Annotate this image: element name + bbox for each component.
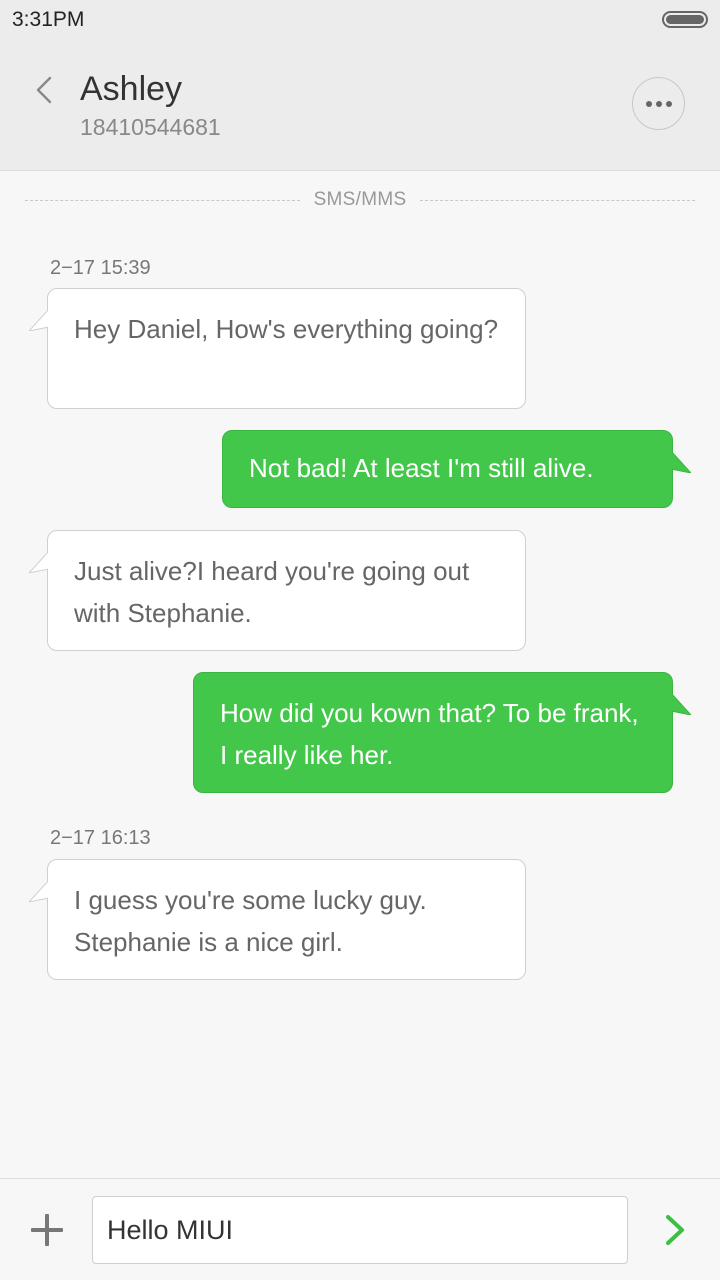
message-text: Hey Daniel, How's everything going? [74, 314, 499, 344]
send-button[interactable] [660, 1213, 690, 1247]
incoming-message-bubble[interactable]: I guess you're some lucky guy. Stephanie… [29, 859, 526, 980]
outgoing-message-bubble[interactable]: How did you kown that? To be frank, I re… [193, 672, 691, 793]
incoming-message-bubble[interactable]: Hey Daniel, How's everything going? [29, 288, 526, 409]
contact-name: Ashley [80, 70, 183, 108]
outgoing-message-bubble[interactable]: Not bad! At least I'm still alive. [222, 430, 691, 508]
thread-type-divider: SMS/MMS [25, 186, 696, 214]
conversation-header: Ashley 18410544681 [0, 40, 720, 171]
battery-icon [662, 11, 708, 28]
bubble-tail [29, 551, 49, 573]
thread-type-label: SMS/MMS [313, 189, 407, 210]
back-button[interactable] [26, 70, 62, 110]
message-text: Just alive?I heard you're going out with… [74, 556, 470, 628]
message-timestamp: 2−17 15:39 [50, 257, 151, 279]
send-chevron-icon [666, 1215, 684, 1245]
bubble-tail [671, 451, 691, 473]
contact-number: 18410544681 [80, 114, 221, 140]
bubble-tail [671, 693, 691, 715]
more-options-button[interactable] [632, 77, 685, 130]
more-options-icon [645, 100, 652, 107]
message-timestamp: 2−17 16:13 [50, 827, 151, 849]
message-text: I guess you're some lucky guy. Stephanie… [74, 885, 427, 957]
message-text: Not bad! At least I'm still alive. [249, 453, 594, 483]
incoming-message-bubble[interactable]: Just alive?I heard you're going out with… [29, 530, 526, 651]
status-time: 3:31PM [12, 8, 85, 31]
composer-bar [0, 1178, 720, 1280]
status-bar: 3:31PM [0, 0, 720, 40]
bubble-tail [29, 880, 49, 902]
message-input[interactable] [92, 1196, 628, 1264]
chevron-left-icon [36, 76, 52, 104]
bubble-tail [29, 309, 49, 331]
message-text: How did you kown that? To be frank, I re… [220, 698, 639, 770]
add-attachment-button[interactable] [28, 1211, 66, 1249]
